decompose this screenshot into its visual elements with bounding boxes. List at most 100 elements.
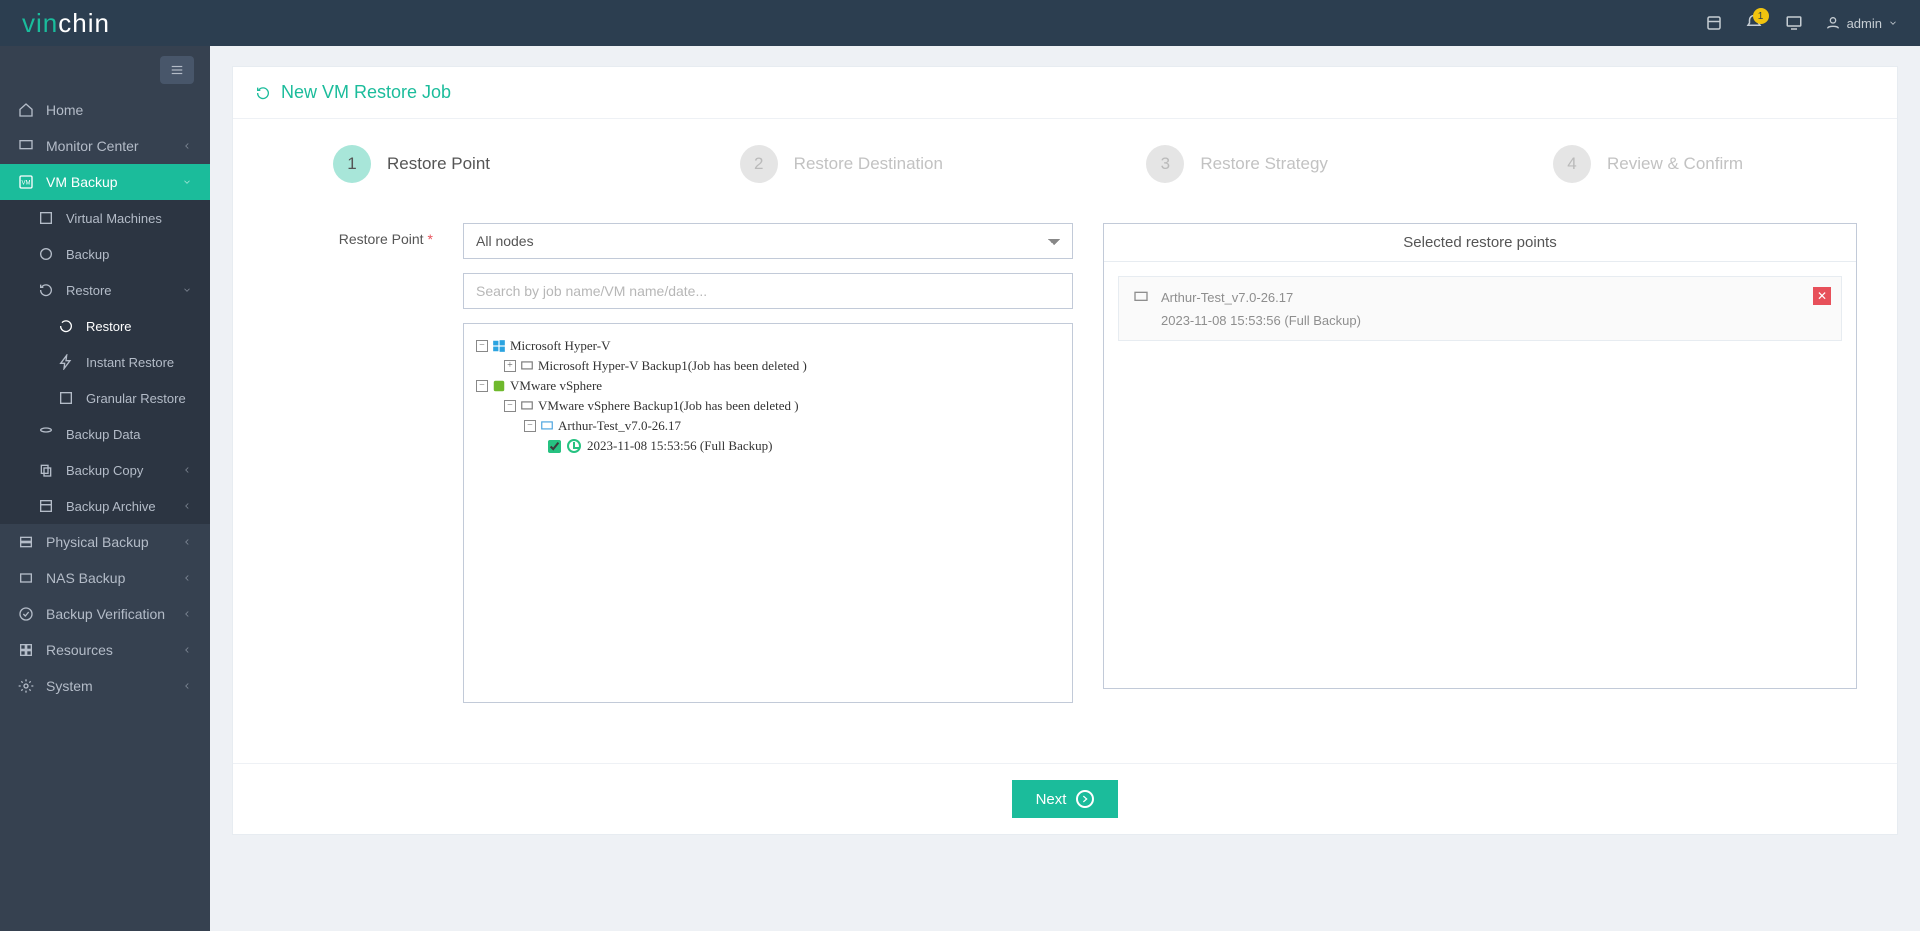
sidebar-item-restore[interactable]: Restore [0,272,210,308]
tree-node-vsphere-job[interactable]: VMware vSphere Backup1(Job has been dele… [504,396,1060,416]
panel-footer: Next [233,763,1897,834]
sidebar-item-restore-sub[interactable]: Restore [0,308,210,344]
brand-accent: vin [22,8,58,39]
notification-count: 1 [1753,8,1769,24]
selected-panel: Selected restore points Arthur-Test_v7.0… [1103,223,1857,689]
chevron-down-icon [182,177,192,187]
archive-icon [38,498,54,514]
tree-node-vm[interactable]: Arthur-Test_v7.0-26.17 [524,416,1060,436]
sidebar-item-backup-verification[interactable]: Backup Verification [0,596,210,632]
tasks-icon[interactable] [1705,14,1723,32]
sidebar-label-restore-sub: Restore [86,319,132,334]
wizard-step-2[interactable]: 2 Restore Destination [740,145,1147,183]
sidebar-label-verification: Backup Verification [46,606,165,622]
remove-selection-button[interactable]: ✕ [1813,287,1831,305]
restore-icon [38,282,54,298]
sidebar-label-backup-archive: Backup Archive [66,499,156,514]
tree-label-vsphere-job: VMware vSphere Backup1(Job has been dele… [538,398,799,414]
restore-sub-icon [58,318,74,334]
sidebar: Home Monitor Center VM VM Backup Virtual… [0,46,210,931]
collapse-icon[interactable] [524,420,536,432]
granular-icon [58,390,74,406]
selected-panel-title: Selected restore points [1104,224,1856,262]
next-button[interactable]: Next [1012,780,1119,818]
sidebar-item-physical-backup[interactable]: Physical Backup [0,524,210,560]
sidebar-label-backup: Backup [66,247,109,262]
vmware-icon [492,379,506,393]
step-number-1: 1 [333,145,371,183]
copy-icon [38,462,54,478]
sidebar-collapse-button[interactable] [160,56,194,84]
step-label-4: Review & Confirm [1607,154,1743,174]
collapse-icon[interactable] [504,400,516,412]
sidebar-item-virtual-machines[interactable]: Virtual Machines [0,200,210,236]
sidebar-label-restore: Restore [66,283,112,298]
chevron-down-icon [1888,18,1898,28]
sidebar-label-instant: Instant Restore [86,355,174,370]
sidebar-label-system: System [46,678,93,694]
refresh-icon [255,85,271,101]
tree-label-hyperv-job: Microsoft Hyper-V Backup1(Job has been d… [538,358,807,374]
chevron-down-icon [182,285,192,295]
wizard-step-4[interactable]: 4 Review & Confirm [1553,145,1797,183]
tree-node-hyperv[interactable]: Microsoft Hyper-V [476,336,1060,356]
wizard-step-3[interactable]: 3 Restore Strategy [1146,145,1553,183]
selected-vm-name: Arthur-Test_v7.0-26.17 [1161,290,1293,305]
wizard-step-1[interactable]: 1 Restore Point [333,145,740,183]
sidebar-item-granular-restore[interactable]: Granular Restore [0,380,210,416]
tree-node-point[interactable]: 2023-11-08 15:53:56 (Full Backup) [548,436,1060,456]
sidebar-item-backup[interactable]: Backup [0,236,210,272]
tree-node-hyperv-job[interactable]: Microsoft Hyper-V Backup1(Job has been d… [504,356,1060,376]
user-menu[interactable]: admin [1825,15,1898,31]
step-label-1: Restore Point [387,154,490,174]
sidebar-label-backup-data: Backup Data [66,427,140,442]
tree-label-vsphere: VMware vSphere [510,378,602,394]
next-label: Next [1036,791,1067,808]
sidebar-item-instant-restore[interactable]: Instant Restore [0,344,210,380]
panel-title: New VM Restore Job [281,82,451,103]
home-icon [18,102,34,118]
sidebar-item-backup-copy[interactable]: Backup Copy [0,452,210,488]
tree-node-vsphere[interactable]: VMware vSphere [476,376,1060,396]
vm-small-icon [540,419,554,433]
sidebar-item-monitor[interactable]: Monitor Center [0,128,210,164]
chevron-left-icon [182,141,192,151]
brand-logo: vinchin [22,8,110,39]
tree-label-vm: Arthur-Test_v7.0-26.17 [558,418,681,434]
backup-icon [38,246,54,262]
arrow-right-icon [1076,790,1094,808]
monitor-icon[interactable] [1785,14,1803,32]
sidebar-item-resources[interactable]: Resources [0,632,210,668]
sidebar-label-vm-backup: VM Backup [46,174,118,190]
sidebar-item-backup-archive[interactable]: Backup Archive [0,488,210,524]
chevron-left-icon [182,681,192,691]
sidebar-item-backup-data[interactable]: Backup Data [0,416,210,452]
chevron-left-icon [182,573,192,583]
sidebar-label-home: Home [46,102,83,118]
node-select[interactable]: All nodes [463,223,1073,259]
step-number-2: 2 [740,145,778,183]
search-input[interactable] [463,273,1073,309]
restore-point-checkbox[interactable] [548,440,561,453]
username: admin [1847,16,1882,31]
collapse-icon[interactable] [476,380,488,392]
top-bar: vinchin 1 admin [0,0,1920,46]
expand-icon[interactable] [504,360,516,372]
top-right-tools: 1 admin [1705,14,1898,32]
wizard-panel: New VM Restore Job 1 Restore Point 2 Res… [232,66,1898,835]
verify-icon [18,606,34,622]
collapse-icon[interactable] [476,340,488,352]
job-icon [520,359,534,373]
sidebar-item-nas-backup[interactable]: NAS Backup [0,560,210,596]
sidebar-label-resources: Resources [46,642,113,658]
sidebar-item-home[interactable]: Home [0,92,210,128]
instant-icon [58,354,74,370]
brand-rest: chin [58,8,110,39]
notification-bell-icon[interactable]: 1 [1745,14,1763,32]
restore-point-tree[interactable]: Microsoft Hyper-V Microsoft Hyper-V Back… [463,323,1073,703]
server-icon [18,534,34,550]
sidebar-item-system[interactable]: System [0,668,210,704]
sidebar-item-vm-backup[interactable]: VM VM Backup [0,164,210,200]
data-icon [38,426,54,442]
resources-icon [18,642,34,658]
